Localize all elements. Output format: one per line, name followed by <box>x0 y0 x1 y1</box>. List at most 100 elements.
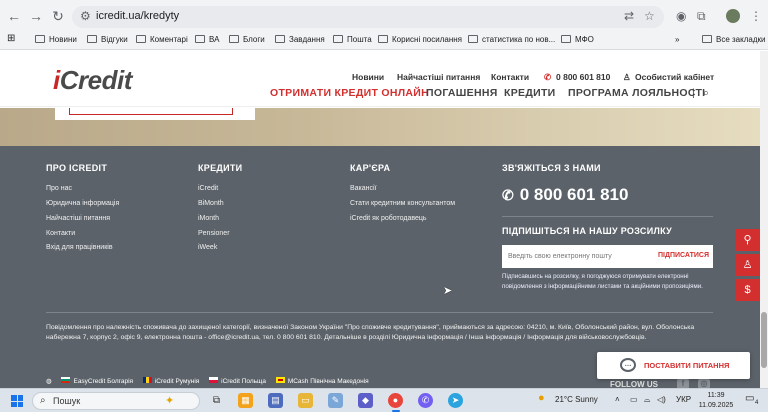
footer-phone[interactable]: ✆ 0 800 601 810 <box>502 185 628 205</box>
location-icon[interactable]: ⚲ <box>735 229 760 251</box>
copilot-app-icon[interactable]: ◆ <box>358 393 373 408</box>
subscribe-consent: Підписавшись на розсилку, я погоджуюся о… <box>502 273 703 290</box>
country-link[interactable]: iCredit Польща <box>221 378 266 385</box>
url-text[interactable]: icredit.ua/kredyty <box>96 10 179 22</box>
footer-contact-title: ЗВ'ЯЖІТЬСЯ З НАМИ <box>502 163 601 173</box>
task-view-icon[interactable]: ⧉ <box>209 393 224 408</box>
footer-link[interactable]: Найчастіші питання <box>46 215 110 222</box>
email-input[interactable] <box>502 245 648 268</box>
country-link[interactable]: MCash Північна Македонія <box>288 378 369 385</box>
footer-link[interactable]: Вакансії <box>350 185 377 192</box>
footer-link[interactable]: Pensioner <box>198 230 230 237</box>
bookmark-folder[interactable]: Відгуки <box>87 35 128 44</box>
folder-icon <box>561 35 571 43</box>
footer-link[interactable]: Вхід для працівників <box>46 244 113 251</box>
bookmark-folder[interactable]: ВА <box>195 35 219 44</box>
telegram-icon[interactable]: ➤ <box>448 393 463 408</box>
footer-link[interactable]: Юридична інформація <box>46 200 119 207</box>
footer-link[interactable]: iMonth <box>198 215 219 222</box>
bookmark-star-icon[interactable]: ☆ <box>644 9 655 23</box>
translate-icon[interactable]: ⇄ <box>624 9 634 23</box>
bookmark-folder[interactable]: Коментарі <box>136 35 188 44</box>
nav-repayment[interactable]: ПОГАШЕННЯ <box>426 87 498 99</box>
user-icon: ♙ <box>623 72 631 82</box>
tray-chevron-icon[interactable]: ˄ <box>615 395 620 404</box>
bookmark-folder[interactable]: МФО <box>561 35 594 44</box>
volume-icon[interactable]: ◁) <box>657 395 666 404</box>
bookmark-folder[interactable]: статистика по нов... <box>468 35 555 44</box>
weather-text[interactable]: 21°C Sunny <box>555 395 598 404</box>
divider <box>46 312 713 313</box>
extensions-icon[interactable]: ⧉ <box>697 9 706 24</box>
footer-link[interactable]: Стати кредитним консультантом <box>350 200 455 207</box>
notes-icon[interactable]: ✎ <box>328 393 343 408</box>
copilot-sparkle-icon: ✦ <box>165 395 175 407</box>
icredit-logo[interactable]: iCredit <box>53 65 132 96</box>
subscribe-form: ПІДПИСАТИСЯ <box>502 245 713 268</box>
ask-question-button[interactable]: … ПОСТАВИТИ ПИТАННЯ <box>597 352 750 379</box>
all-bookmarks[interactable]: Все закладки <box>702 35 765 44</box>
bookmark-folder[interactable]: Завдання <box>275 35 325 44</box>
header-phone[interactable]: 0 800 601 810 <box>556 72 610 82</box>
reload-icon[interactable]: ↻ <box>50 8 66 24</box>
footer-link[interactable]: iCredit як роботодавець <box>350 215 427 222</box>
nav-separator: | <box>692 87 696 99</box>
language-indicator[interactable]: УКР <box>676 395 691 404</box>
bookmark-folder[interactable]: Корисні посилання <box>378 35 462 44</box>
hero-background <box>0 108 760 146</box>
widgets-icon[interactable]: ▦ <box>238 393 253 408</box>
flag-bulgaria-icon <box>61 377 71 383</box>
nav-credits[interactable]: КРЕДИТИ <box>504 87 556 99</box>
country-link[interactable]: iCredit Румунія <box>155 378 199 385</box>
flag-romania-icon <box>142 377 152 383</box>
subscribe-button[interactable]: ПІДПИСАТИСЯ <box>658 252 709 259</box>
windows-start-icon[interactable] <box>11 395 23 407</box>
bookmark-folder[interactable]: Пошта <box>333 35 372 44</box>
profile-avatar[interactable] <box>726 9 740 23</box>
windows-taskbar: ⌕ Пошук ✦ ⧉ ▦ ▤ ▭ ✎ ◆ ● ✆ ➤ ● 21°C Sunny… <box>0 388 768 412</box>
back-icon[interactable]: ← <box>6 8 22 24</box>
footer-link[interactable]: BiMonth <box>198 200 224 207</box>
notification-count: 4 <box>755 400 759 406</box>
phone-icon: ✆ <box>544 72 552 82</box>
notification-icon[interactable]: ▭ <box>745 393 754 404</box>
site-info-icon[interactable]: ⚙ <box>80 9 91 23</box>
battery-icon[interactable]: ▭ <box>630 395 638 404</box>
footer-link[interactable]: Контакти <box>46 230 75 237</box>
taskbar-clock[interactable]: 11:39 11.09.2025 <box>696 391 736 410</box>
footer-link[interactable]: iCredit <box>198 185 218 192</box>
footer-link[interactable]: Про нас <box>46 185 72 192</box>
apps-grid-icon[interactable]: ⊞ <box>7 33 15 44</box>
subscribe-title: ПІДПИШІТЬСЯ НА НАШУ РОЗСИЛКУ <box>502 226 673 236</box>
nav-get-credit[interactable]: ОТРИМАТИ КРЕДИТ ОНЛАЙН <box>270 87 429 99</box>
forward-icon[interactable]: → <box>28 8 44 24</box>
nav-contacts[interactable]: Контакти <box>491 72 529 82</box>
footer-link[interactable]: iWeek <box>198 244 217 251</box>
calculator-icon[interactable]: ▤ <box>268 393 283 408</box>
nav-faq[interactable]: Найчастіші питання <box>397 72 480 82</box>
camera-icon[interactable]: ◉ <box>676 9 686 23</box>
menu-kebab-icon[interactable]: ⋮ <box>750 9 762 23</box>
folder-icon <box>468 35 478 43</box>
bookmark-folder[interactable]: Новини <box>35 35 77 44</box>
dollar-icon[interactable]: $ <box>735 279 760 301</box>
search-icon: ⌕ <box>40 395 46 406</box>
nav-news[interactable]: Новини <box>352 72 384 82</box>
chrome-icon[interactable]: ● <box>388 393 403 408</box>
country-link[interactable]: EasyCredit Болгарія <box>73 378 133 385</box>
scrollbar-thumb[interactable] <box>761 312 767 368</box>
search-icon[interactable]: ⌕ <box>703 87 709 100</box>
bookmarks-overflow-icon[interactable]: » <box>675 35 679 44</box>
personal-cabinet-link[interactable]: Особистий кабінет <box>635 72 714 82</box>
folder-icon <box>378 35 388 43</box>
footer-about-title: ПРО ICREDIT <box>46 163 108 173</box>
bookmark-folder[interactable]: Блоги <box>229 35 265 44</box>
folder-icon <box>195 35 205 43</box>
taskbar-search[interactable]: ⌕ Пошук ✦ <box>32 392 200 410</box>
file-explorer-icon[interactable]: ▭ <box>298 393 313 408</box>
address-bar[interactable]: ⚙ icredit.ua/kredyty ⇄ ☆ <box>72 6 664 28</box>
profile-icon[interactable]: ♙ <box>735 254 760 276</box>
network-icon[interactable]: ⌓ <box>644 395 650 405</box>
nav-loyalty[interactable]: ПРОГРАМА ЛОЯЛЬНОСТІ <box>568 87 705 99</box>
viber-icon[interactable]: ✆ <box>418 393 433 408</box>
